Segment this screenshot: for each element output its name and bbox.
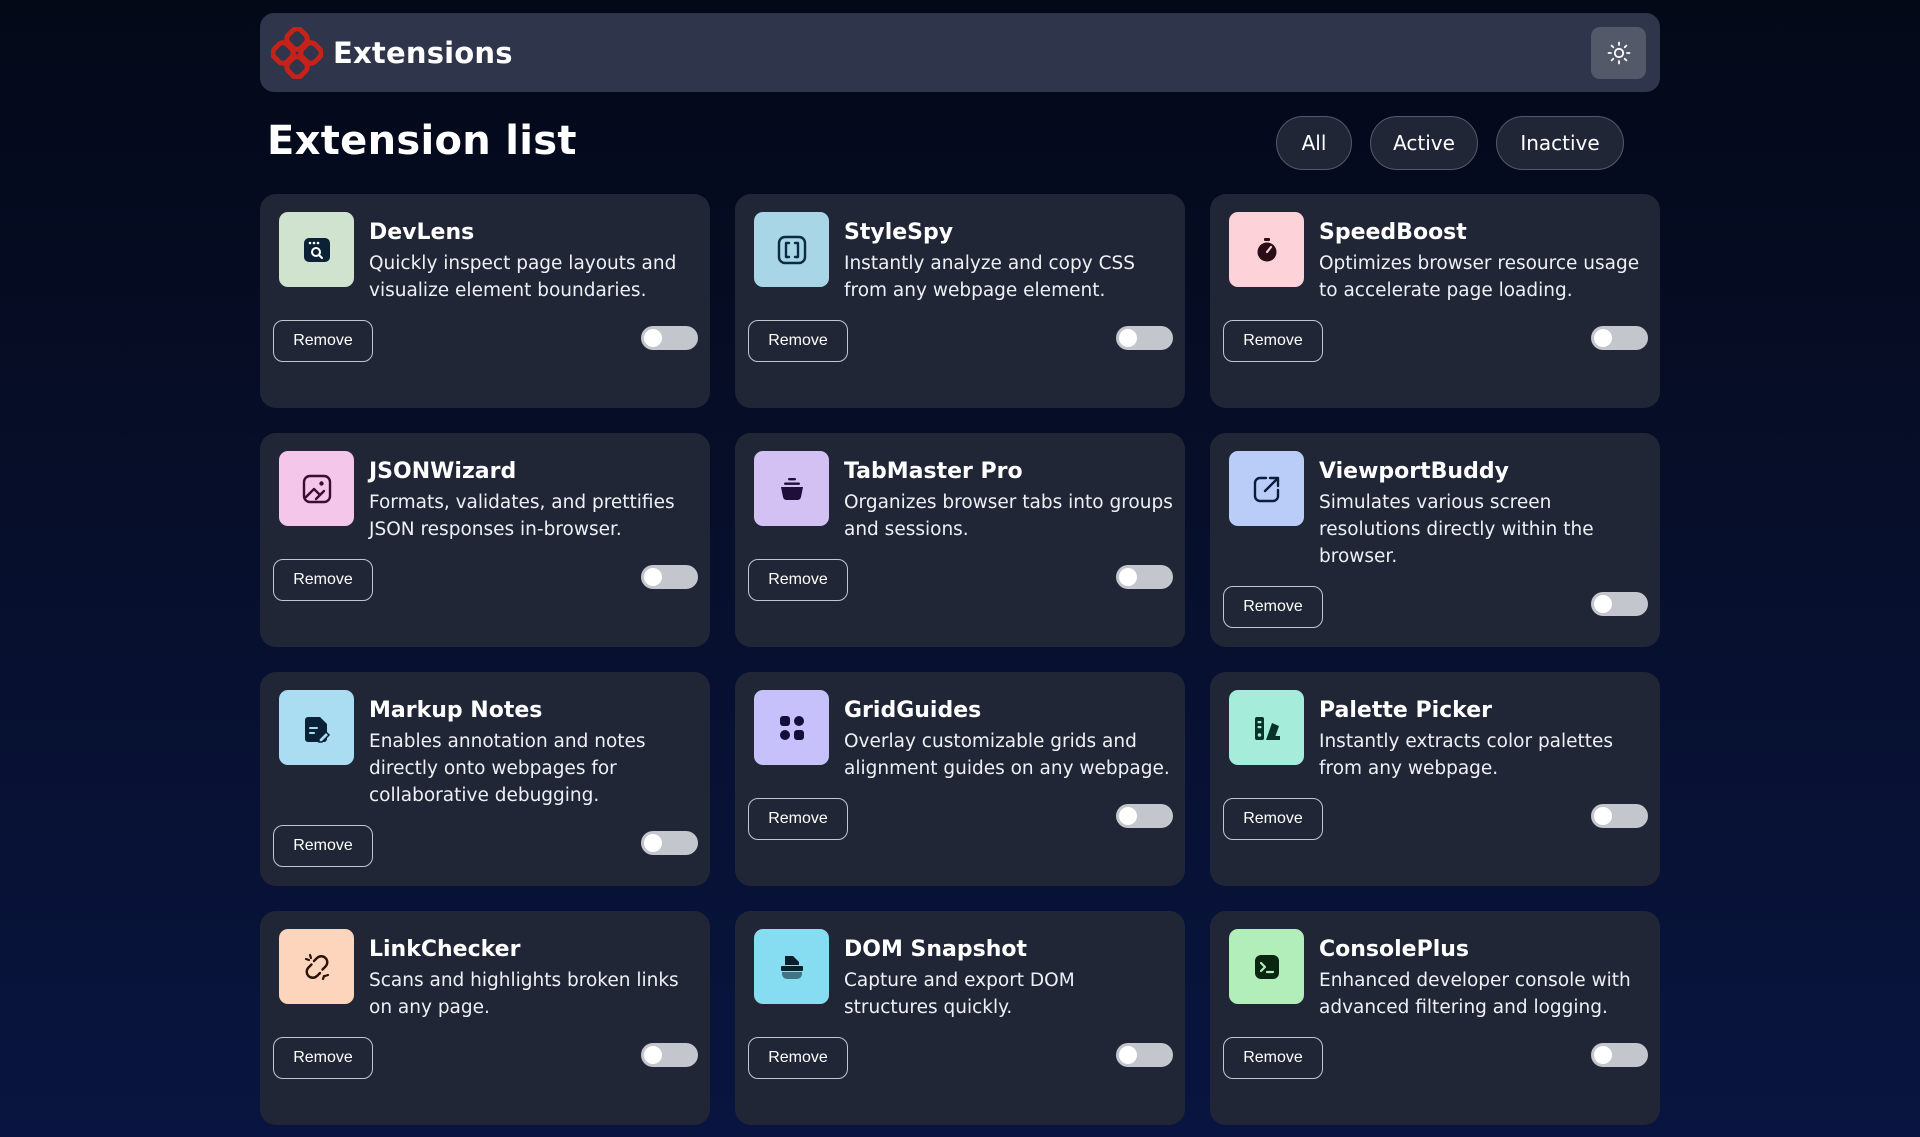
extension-description: Organizes browser tabs into groups and s… bbox=[844, 492, 1173, 540]
remove-button[interactable]: Remove bbox=[1223, 320, 1323, 362]
remove-button[interactable]: Remove bbox=[748, 1037, 848, 1079]
active-toggle[interactable] bbox=[1591, 1043, 1648, 1067]
active-toggle[interactable] bbox=[641, 831, 698, 855]
remove-button[interactable]: Remove bbox=[273, 559, 373, 601]
remove-button[interactable]: Remove bbox=[1223, 586, 1323, 628]
stopwatch-icon bbox=[1229, 212, 1304, 287]
remove-button[interactable]: Remove bbox=[273, 1037, 373, 1079]
remove-button[interactable]: Remove bbox=[748, 798, 848, 840]
active-toggle[interactable] bbox=[641, 565, 698, 589]
filter-active-button[interactable]: Active bbox=[1370, 116, 1478, 170]
remove-button[interactable]: Remove bbox=[1223, 798, 1323, 840]
toggle-knob bbox=[1594, 329, 1612, 347]
extension-description: Capture and export DOM structures quickl… bbox=[844, 970, 1075, 1018]
toggle-knob bbox=[1594, 1046, 1612, 1064]
extension-card: ViewportBuddy Simulates various screen r… bbox=[1210, 433, 1660, 647]
toggle-knob bbox=[1594, 595, 1612, 613]
extension-name: DOM Snapshot bbox=[844, 937, 1028, 962]
palette-icon bbox=[1229, 690, 1304, 765]
extension-description: Scans and highlights broken links on any… bbox=[369, 970, 679, 1018]
active-toggle[interactable] bbox=[1116, 326, 1173, 350]
filter-group: All Active Inactive bbox=[1276, 116, 1624, 170]
sun-icon bbox=[1607, 41, 1630, 64]
extension-description: Instantly analyze and copy CSS from any … bbox=[844, 253, 1135, 301]
toggle-knob bbox=[1119, 1046, 1137, 1064]
extension-name: Palette Picker bbox=[1319, 698, 1492, 723]
extension-description: Instantly extracts color palettes from a… bbox=[1319, 731, 1614, 779]
toggle-knob bbox=[1119, 807, 1137, 825]
extensions-logo bbox=[271, 26, 323, 79]
broken-link-icon bbox=[279, 929, 354, 1004]
extension-card: JSONWizard Formats, validates, and prett… bbox=[260, 433, 710, 647]
extension-name: DevLens bbox=[369, 220, 475, 245]
extension-card: GridGuides Overlay customizable grids an… bbox=[735, 672, 1185, 886]
active-toggle[interactable] bbox=[1591, 326, 1648, 350]
page-title: Extension list bbox=[267, 118, 577, 164]
filter-inactive-button[interactable]: Inactive bbox=[1496, 116, 1624, 170]
active-toggle[interactable] bbox=[641, 326, 698, 350]
extension-name: ViewportBuddy bbox=[1319, 459, 1509, 484]
note-pen-icon bbox=[279, 690, 354, 765]
extension-name: TabMaster Pro bbox=[844, 459, 1023, 484]
grid-icon bbox=[754, 690, 829, 765]
window-search-icon bbox=[279, 212, 354, 287]
extension-card: StyleSpy Instantly analyze and copy CSS … bbox=[735, 194, 1185, 408]
extension-name: StyleSpy bbox=[844, 220, 954, 245]
active-toggle[interactable] bbox=[1591, 804, 1648, 828]
remove-button[interactable]: Remove bbox=[748, 559, 848, 601]
toggle-knob bbox=[644, 329, 662, 347]
extension-description: Enhanced developer console with advanced… bbox=[1319, 970, 1631, 1018]
extension-name: SpeedBoost bbox=[1319, 220, 1467, 245]
extension-card: ConsolePlus Enhanced developer console w… bbox=[1210, 911, 1660, 1125]
extension-card: SpeedBoost Optimizes browser resource us… bbox=[1210, 194, 1660, 408]
toggle-knob bbox=[1119, 329, 1137, 347]
toggle-knob bbox=[644, 1046, 662, 1064]
camera-icon bbox=[754, 929, 829, 1004]
extension-description: Enables annotation and notes directly on… bbox=[369, 731, 646, 806]
extension-name: GridGuides bbox=[844, 698, 982, 723]
brackets-icon bbox=[754, 212, 829, 287]
active-toggle[interactable] bbox=[641, 1043, 698, 1067]
filter-all-button[interactable]: All bbox=[1276, 116, 1352, 170]
extension-name: Markup Notes bbox=[369, 698, 543, 723]
extension-card: Palette Picker Instantly extracts color … bbox=[1210, 672, 1660, 886]
extension-name: LinkChecker bbox=[369, 937, 521, 962]
remove-button[interactable]: Remove bbox=[273, 825, 373, 867]
toggle-knob bbox=[644, 568, 662, 586]
extension-card: DOM Snapshot Capture and export DOM stru… bbox=[735, 911, 1185, 1125]
resize-arrow-icon bbox=[1229, 451, 1304, 526]
app-title: Extensions bbox=[333, 35, 513, 70]
stack-icon bbox=[754, 451, 829, 526]
extension-description: Overlay customizable grids and alignment… bbox=[844, 731, 1170, 779]
extension-description: Quickly inspect page layouts and visuali… bbox=[369, 253, 677, 301]
remove-button[interactable]: Remove bbox=[273, 320, 373, 362]
extension-card: TabMaster Pro Organizes browser tabs int… bbox=[735, 433, 1185, 647]
toggle-knob bbox=[1594, 807, 1612, 825]
app-header: Extensions bbox=[260, 13, 1660, 92]
extension-card: LinkChecker Scans and highlights broken … bbox=[260, 911, 710, 1125]
active-toggle[interactable] bbox=[1591, 592, 1648, 616]
extension-card: DevLens Quickly inspect page layouts and… bbox=[260, 194, 710, 408]
extension-grid: DevLens Quickly inspect page layouts and… bbox=[260, 194, 1660, 1125]
terminal-icon bbox=[1229, 929, 1304, 1004]
extension-description: Simulates various screen resolutions dir… bbox=[1319, 492, 1594, 567]
extension-description: Optimizes browser resource usage to acce… bbox=[1319, 253, 1640, 301]
active-toggle[interactable] bbox=[1116, 804, 1173, 828]
extension-name: JSONWizard bbox=[369, 459, 517, 484]
active-toggle[interactable] bbox=[1116, 565, 1173, 589]
extension-card: Markup Notes Enables annotation and note… bbox=[260, 672, 710, 886]
toggle-knob bbox=[1119, 568, 1137, 586]
extension-description: Formats, validates, and prettifies JSON … bbox=[369, 492, 675, 540]
active-toggle[interactable] bbox=[1116, 1043, 1173, 1067]
theme-toggle-button[interactable] bbox=[1591, 26, 1646, 79]
toggle-knob bbox=[644, 834, 662, 852]
remove-button[interactable]: Remove bbox=[1223, 1037, 1323, 1079]
remove-button[interactable]: Remove bbox=[748, 320, 848, 362]
magic-image-icon bbox=[279, 451, 354, 526]
extension-name: ConsolePlus bbox=[1319, 937, 1470, 962]
